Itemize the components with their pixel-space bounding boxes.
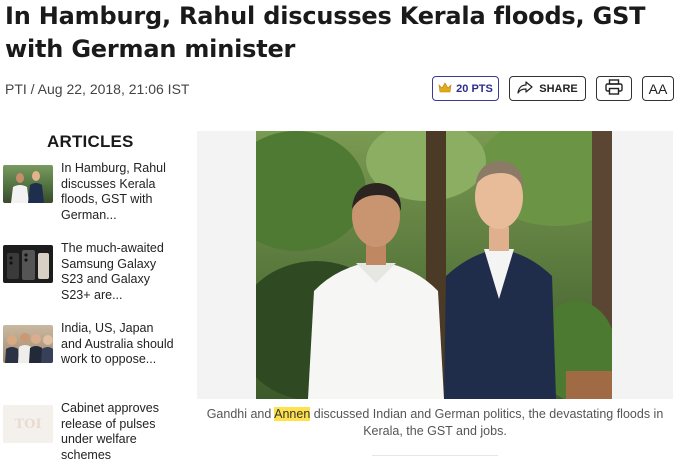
sidebar-title: ARTICLES	[47, 132, 134, 151]
article-thumbnail	[3, 325, 53, 363]
caption-highlight[interactable]: Annen	[274, 407, 311, 421]
share-arrow-icon	[517, 80, 533, 97]
caption-text-start: Gandhi and	[206, 407, 275, 421]
article-photo	[256, 131, 612, 399]
article-thumbnail	[3, 245, 53, 283]
article-byline: PTI / Aug 22, 2018, 21:06 IST	[5, 81, 190, 97]
caption-text-end: discussed Indian and German politics, th…	[310, 407, 664, 438]
list-item[interactable]: India, US, Japan and Australia should wo…	[3, 321, 175, 401]
share-label: SHARE	[539, 82, 578, 95]
list-item[interactable]: The much-awaited Samsung Galaxy S23 and …	[3, 241, 175, 321]
article-title: The much-awaited Samsung Galaxy S23 and …	[61, 241, 164, 302]
article-list: In Hamburg, Rahul discusses Kerala flood…	[3, 161, 175, 470]
photo-caption: Gandhi and Annen discussed Indian and Ge…	[200, 406, 670, 440]
article-headline: In Hamburg, Rahul discusses Kerala flood…	[5, 2, 646, 63]
list-item[interactable]: In Hamburg, Rahul discusses Kerala flood…	[3, 161, 175, 241]
points-button[interactable]: 20 PTS	[432, 76, 499, 101]
print-button[interactable]	[596, 76, 632, 101]
caption-divider	[372, 455, 498, 456]
points-label: 20 PTS	[456, 82, 493, 95]
article-title: In Hamburg, Rahul discusses Kerala flood…	[61, 161, 166, 222]
crown-icon	[438, 81, 452, 96]
article-title: India, US, Japan and Australia should wo…	[61, 321, 174, 366]
share-button[interactable]: SHARE	[509, 76, 586, 101]
article-thumbnail	[3, 165, 53, 203]
list-item[interactable]: TOI Cabinet approves release of pulses u…	[3, 401, 175, 470]
printer-icon	[605, 79, 623, 98]
toi-placeholder-thumbnail: TOI	[3, 405, 53, 443]
font-size-button[interactable]: AA	[642, 76, 674, 101]
article-actions: 20 PTS SHARE AA	[432, 76, 674, 101]
article-title: Cabinet approves release of pulses under…	[61, 401, 159, 462]
